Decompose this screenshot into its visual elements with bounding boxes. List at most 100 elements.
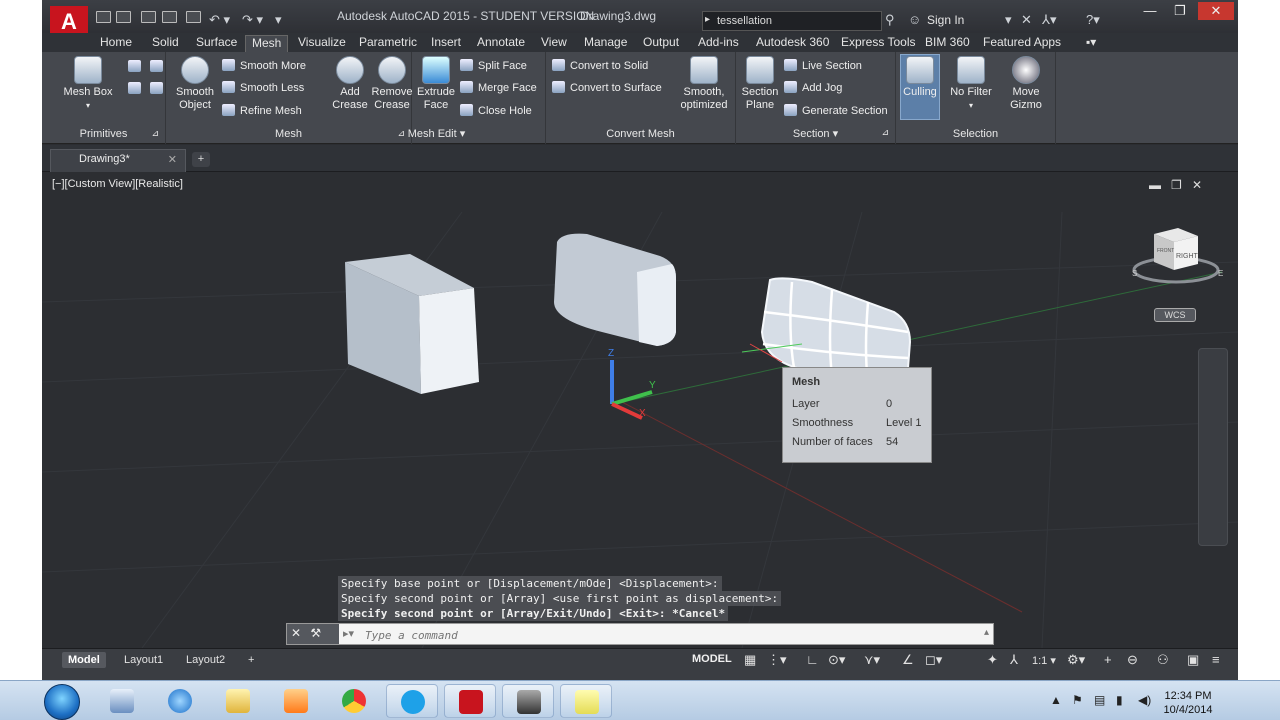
- snap-icon[interactable]: ⋮▾: [767, 652, 787, 668]
- tab-solid[interactable]: Solid: [146, 35, 185, 52]
- taskbar-app-sticky-notes[interactable]: [560, 684, 612, 718]
- new-tab-button[interactable]: +: [192, 152, 210, 167]
- panel-launcher-icon[interactable]: ⊿: [881, 127, 889, 138]
- wcs-menu[interactable]: WCS: [1154, 308, 1196, 322]
- tab-insert[interactable]: Insert: [425, 35, 467, 52]
- tab-mesh[interactable]: Mesh: [245, 35, 289, 52]
- isodraft-icon[interactable]: ⋎▾: [864, 652, 880, 668]
- customize-command-icon[interactable]: ⚒: [310, 626, 321, 640]
- tab-surface[interactable]: Surface: [190, 35, 243, 52]
- convert-to-surface-button[interactable]: Convert to Surface: [552, 81, 662, 94]
- mesh-cone-icon[interactable]: [150, 60, 163, 72]
- taskbar-app-skype[interactable]: [386, 684, 438, 718]
- tab-layout1[interactable]: Layout1: [118, 652, 169, 668]
- smooth-optimized-dropdown[interactable]: Smooth, optimized: [676, 56, 732, 112]
- tab-annotate[interactable]: Annotate: [471, 35, 531, 52]
- taskbar-app-ie[interactable]: [154, 684, 206, 718]
- undo-icon[interactable]: ↶ ▾: [209, 12, 230, 28]
- start-button[interactable]: [44, 684, 80, 720]
- tray-device-icon[interactable]: ▤: [1094, 693, 1105, 707]
- viewport-close-icon[interactable]: ✕: [1192, 178, 1202, 192]
- navigation-bar[interactable]: [1198, 348, 1228, 546]
- object-snap-icon[interactable]: ◻▾: [925, 652, 942, 668]
- open-icon[interactable]: [116, 11, 131, 23]
- ribbon-options-icon[interactable]: ▪▾: [1080, 35, 1102, 52]
- qat-dropdown-icon[interactable]: ▾: [275, 12, 282, 28]
- autodesk360-icon[interactable]: ⅄▾: [1042, 12, 1056, 28]
- remove-crease-button[interactable]: Remove Crease: [370, 56, 414, 112]
- panel-label-mesh-edit[interactable]: Mesh Edit ▾: [328, 127, 545, 140]
- section-plane-button[interactable]: Section Plane: [738, 56, 782, 112]
- convert-to-solid-button[interactable]: Convert to Solid: [552, 59, 648, 72]
- viewport-restore-icon[interactable]: ❐: [1171, 178, 1182, 192]
- viewport-controls-label[interactable]: [−][Custom View][Realistic]: [52, 178, 183, 190]
- panel-launcher-icon[interactable]: ⊿: [151, 128, 159, 139]
- close-hole-button[interactable]: Close Hole: [460, 104, 532, 117]
- save-as-icon[interactable]: [162, 11, 177, 23]
- tab-manage[interactable]: Manage: [578, 35, 633, 52]
- panel-label-section[interactable]: Section ▾ ⊿: [736, 127, 895, 140]
- tab-model[interactable]: Model: [62, 652, 106, 668]
- tab-home[interactable]: Home: [94, 35, 138, 52]
- user-icon[interactable]: ☺: [908, 12, 921, 27]
- move-gizmo-dropdown[interactable]: Move Gizmo: [1002, 56, 1050, 112]
- taskbar-app-autocad[interactable]: [444, 684, 496, 718]
- tab-autodesk360[interactable]: Autodesk 360: [750, 35, 835, 52]
- taskbar-app-explorer[interactable]: [212, 684, 264, 718]
- file-tab-drawing3[interactable]: Drawing3* ✕: [50, 149, 186, 172]
- tray-show-hidden-icon[interactable]: ▲: [1050, 693, 1062, 707]
- no-filter-dropdown[interactable]: No Filter ▾: [946, 56, 996, 112]
- system-clock[interactable]: 12:34 PM 10/4/2014: [1158, 689, 1218, 717]
- grid-icon[interactable]: ▦: [744, 652, 756, 668]
- viewport-minimize-icon[interactable]: ▬: [1149, 178, 1161, 192]
- tab-output[interactable]: Output: [637, 35, 685, 52]
- sign-in-button[interactable]: Sign In: [927, 13, 964, 27]
- generate-section-button[interactable]: Generate Section: [784, 104, 888, 117]
- mesh-sphere-icon[interactable]: [128, 82, 141, 94]
- taskbar-app-camera[interactable]: [502, 684, 554, 718]
- recent-commands-icon[interactable]: ▸▾: [343, 627, 354, 640]
- close-tab-icon[interactable]: ✕: [168, 153, 177, 166]
- tab-parametric[interactable]: Parametric: [353, 35, 423, 52]
- taskbar-app-chrome[interactable]: [328, 684, 380, 718]
- extrude-face-button[interactable]: Extrude Face: [416, 56, 456, 112]
- add-jog-button[interactable]: Add Jog: [784, 81, 842, 94]
- mesh-cylinder-icon[interactable]: [128, 60, 141, 72]
- signin-dropdown-icon[interactable]: ▾: [1005, 12, 1012, 28]
- object-snap-tracking-icon[interactable]: ∠: [902, 652, 914, 668]
- annotation-scale[interactable]: 1:1 ▾: [1032, 654, 1056, 667]
- tray-network-icon[interactable]: ▮: [1116, 693, 1123, 707]
- binoculars-icon[interactable]: ⚲: [885, 12, 895, 28]
- polar-tracking-icon[interactable]: ⊙▾: [828, 652, 845, 668]
- command-history-toggle-icon[interactable]: ▴: [984, 627, 989, 638]
- mesh-revolved-icon[interactable]: [150, 82, 163, 94]
- minimize-button[interactable]: —: [1136, 2, 1164, 20]
- annotation-visibility-icon[interactable]: ✦: [987, 652, 998, 668]
- maximize-button[interactable]: ❐: [1166, 2, 1194, 20]
- tray-flag-icon[interactable]: ⚑: [1072, 693, 1083, 707]
- ortho-icon[interactable]: ∟: [806, 652, 819, 667]
- plot-icon[interactable]: [186, 11, 201, 23]
- workspace-switching-icon[interactable]: ⚙▾: [1067, 652, 1085, 668]
- help-icon[interactable]: ?▾: [1086, 12, 1100, 28]
- live-section-button[interactable]: Live Section: [784, 59, 862, 72]
- smooth-more-button[interactable]: Smooth More: [222, 59, 306, 72]
- split-face-button[interactable]: Split Face: [460, 59, 527, 72]
- save-icon[interactable]: [141, 11, 156, 23]
- tab-featured-apps[interactable]: Featured Apps: [977, 35, 1067, 52]
- redo-icon[interactable]: ↷ ▾: [242, 12, 263, 28]
- smooth-less-button[interactable]: Smooth Less: [222, 81, 304, 94]
- command-input[interactable]: [365, 627, 965, 643]
- taskbar-app-media[interactable]: [270, 684, 322, 718]
- mesh-box-button[interactable]: Mesh Box ▾: [58, 56, 118, 112]
- smooth-object-button[interactable]: Smooth Object: [172, 56, 218, 112]
- tab-layout2[interactable]: Layout2: [180, 652, 231, 668]
- annotation-autoscale-icon[interactable]: ⅄: [1010, 652, 1018, 668]
- tab-add-ins[interactable]: Add-ins: [692, 35, 745, 52]
- tab-view[interactable]: View: [535, 35, 573, 52]
- taskbar-app-feather[interactable]: [96, 684, 148, 718]
- hardware-acceleration-icon[interactable]: ⚇: [1157, 652, 1169, 668]
- merge-face-button[interactable]: Merge Face: [460, 81, 537, 94]
- close-button[interactable]: ✕: [1198, 2, 1234, 20]
- tab-visualize[interactable]: Visualize: [292, 35, 352, 52]
